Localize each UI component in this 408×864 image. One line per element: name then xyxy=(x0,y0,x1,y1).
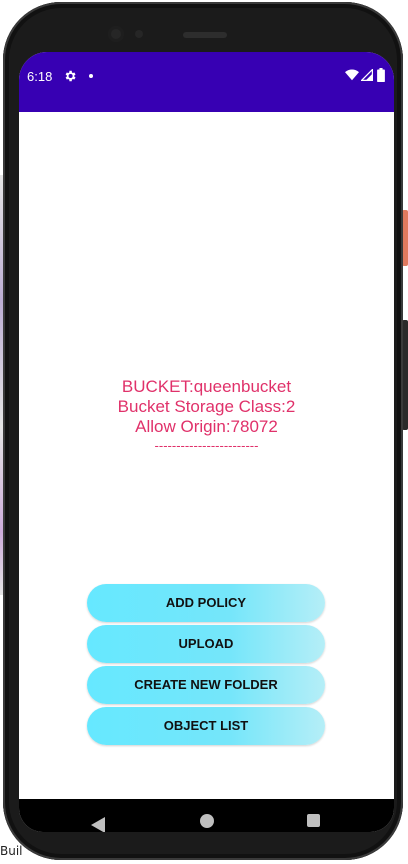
object-list-button[interactable]: OBJECT LIST xyxy=(87,707,325,745)
add-policy-button[interactable]: ADD POLICY xyxy=(87,584,325,622)
back-icon[interactable] xyxy=(91,817,105,832)
status-time: 6:18 xyxy=(27,69,53,84)
bucket-info: BUCKET:queenbucket Bucket Storage Class:… xyxy=(19,377,394,455)
phone-frame: 6:18 BUCKET:queenbucket Bucket Storage C… xyxy=(3,2,403,860)
app-screen: 6:18 BUCKET:queenbucket Bucket Storage C… xyxy=(19,52,394,832)
bucket-name-text: BUCKET:queenbucket xyxy=(121,377,292,396)
notification-dot-icon xyxy=(89,74,93,78)
divider-text: ------------------------ xyxy=(154,438,259,453)
create-new-folder-button[interactable]: CREATE NEW FOLDER xyxy=(87,666,325,704)
earpiece-speaker xyxy=(183,32,227,38)
wifi-icon xyxy=(345,69,359,81)
action-buttons: ADD POLICY UPLOAD CREATE NEW FOLDER OBJE… xyxy=(87,584,325,748)
storage-class-text: Bucket Storage Class:2 xyxy=(117,397,296,416)
upload-button[interactable]: UPLOAD xyxy=(87,625,325,663)
ide-status-text: Buil xyxy=(0,844,23,858)
battery-icon xyxy=(377,68,385,82)
recents-icon[interactable] xyxy=(307,814,320,827)
device-stage: Buil 6:18 BUCKET:queenbucket Bucket Stor… xyxy=(0,0,408,864)
status-bar: 6:18 xyxy=(19,52,394,112)
home-icon[interactable] xyxy=(200,814,214,828)
sensor-icon xyxy=(135,30,143,38)
signal-icon xyxy=(361,69,373,81)
gear-icon xyxy=(65,70,76,82)
front-camera-icon xyxy=(108,26,124,42)
allow-origin-text: Allow Origin:78072 xyxy=(135,417,278,436)
